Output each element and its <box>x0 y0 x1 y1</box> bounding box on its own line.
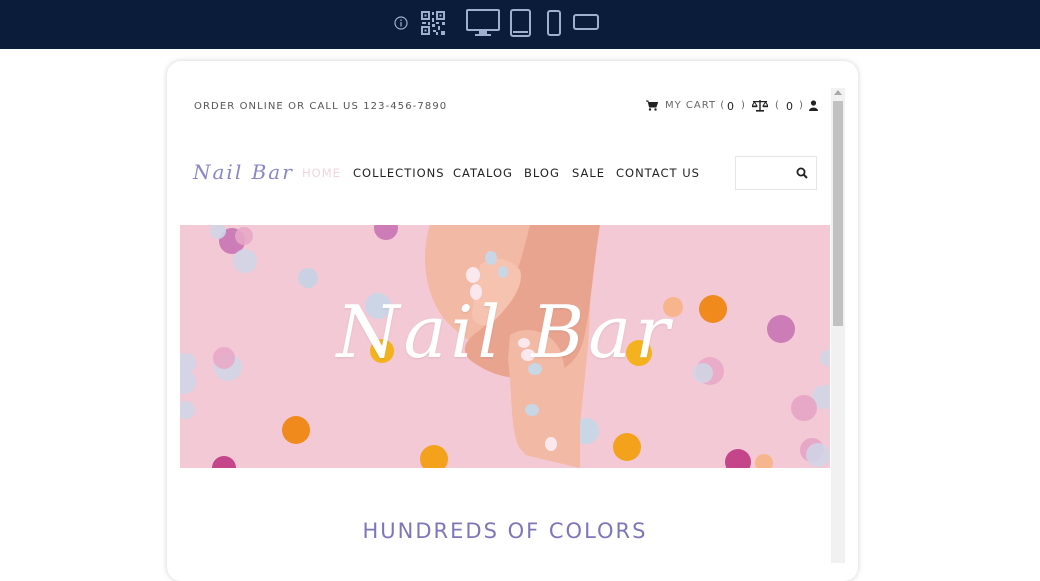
compare-scale-icon[interactable] <box>752 99 768 112</box>
info-icon[interactable] <box>394 16 408 30</box>
section-heading: HUNDREDS OF COLORS <box>362 519 648 543</box>
nav-item-home[interactable]: HOME <box>302 166 341 180</box>
cart-count: 0 <box>727 100 735 113</box>
preview-toolbar <box>0 0 1040 49</box>
compare-open-paren: ( <box>775 100 780 111</box>
hero-title: Nail Bar <box>336 290 674 374</box>
cart-label: MY CART ( <box>665 100 726 111</box>
account-user-icon[interactable] <box>809 100 818 111</box>
phone-landscape-icon[interactable] <box>573 14 599 30</box>
search-icon[interactable] <box>796 167 808 179</box>
cart-icon[interactable] <box>646 100 658 111</box>
cart-close-paren: ) <box>741 100 746 111</box>
nav-item-collections[interactable]: COLLECTIONS <box>353 166 445 180</box>
nav-item-catalog[interactable]: CATALOG <box>453 166 513 180</box>
scrollbar-thumb[interactable] <box>833 101 843 326</box>
nav-item-blog[interactable]: BLOG <box>524 166 560 180</box>
hero-banner[interactable]: Nail Bar <box>180 225 830 468</box>
nav-item-sale[interactable]: SALE <box>572 166 605 180</box>
phone-icon[interactable] <box>547 10 561 36</box>
compare-close-paren: ) <box>799 100 804 111</box>
scroll-up-arrow-icon[interactable] <box>834 90 842 95</box>
nav-item-contact-us[interactable]: CONTACT US <box>616 166 700 180</box>
desktop-icon[interactable] <box>466 9 500 37</box>
order-online-text: ORDER ONLINE OR CALL US 123-456-7890 <box>194 101 448 112</box>
tablet-icon[interactable] <box>510 9 531 37</box>
qr-code-icon[interactable] <box>420 10 446 36</box>
site-logo[interactable]: Nail Bar <box>193 160 294 184</box>
compare-count: 0 <box>786 100 794 113</box>
